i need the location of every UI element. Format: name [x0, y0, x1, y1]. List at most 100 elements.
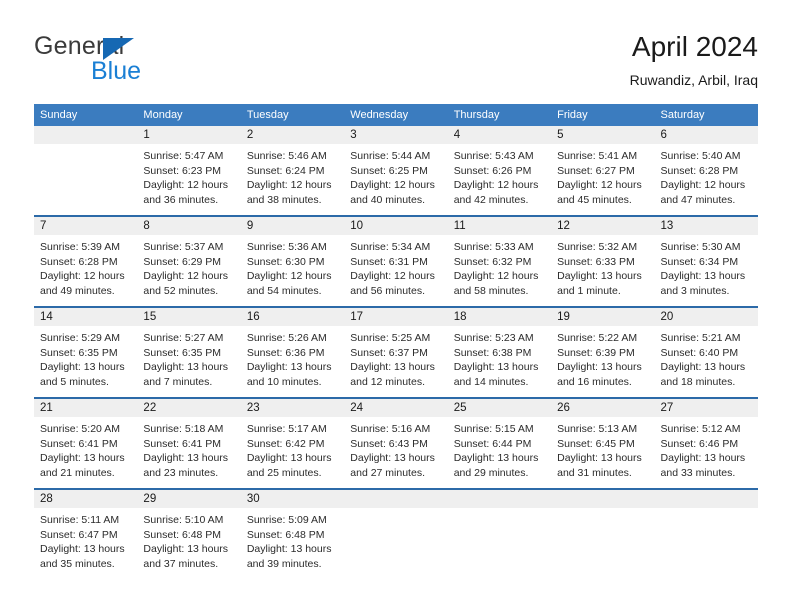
- daylight-duration-line1: Daylight: 12 hours: [350, 270, 435, 282]
- day-number-band: 23: [240, 399, 345, 417]
- calendar-day-cell[interactable]: 4 Sunrise: 5:43 AM Sunset: 6:26 PM Daylight…: [447, 126, 552, 216]
- daylight-duration-line1: Daylight: 13 hours: [660, 361, 746, 373]
- daylight-duration-line2: and 10 minutes.: [246, 375, 322, 388]
- day-cell-inner: 8 Sunrise: 5:37 AM Sunset: 6:29 PM Daylight…: [137, 217, 241, 306]
- daylight-duration-line1: Daylight: 13 hours: [660, 270, 746, 282]
- day-cell-inner: 10 Sunrise: 5:34 AM Sunset: 6:31 PM Dayligh…: [344, 217, 448, 306]
- calendar-day-cell[interactable]: 21 Sunrise: 5:20 AM Sunset: 6:41 PM Dayligh…: [34, 397, 138, 489]
- daylight-duration-line2: and 25 minutes.: [246, 466, 322, 479]
- calendar-day-cell[interactable]: 25 Sunrise: 5:15 AM Sunset: 6:44 PM Dayligh…: [447, 397, 552, 489]
- daylight-duration-line2: and 14 minutes.: [453, 375, 529, 388]
- day-number-band: [551, 490, 655, 508]
- calendar-day-cell[interactable]: 2 Sunrise: 5:46 AM Sunset: 6:24 PM Daylight…: [240, 126, 345, 216]
- calendar-day-cell[interactable]: 15 Sunrise: 5:27 AM Sunset: 6:35 PM Dayligh…: [137, 306, 241, 398]
- day-number: 19: [557, 311, 570, 323]
- daylight-duration-line1: Daylight: 13 hours: [143, 452, 229, 464]
- calendar-day-cell[interactable]: 6 Sunrise: 5:40 AM Sunset: 6:28 PM Daylight…: [654, 126, 758, 216]
- daylight-duration-line1: Daylight: 13 hours: [557, 361, 642, 373]
- daylight-duration-line2: and 1 minute.: [557, 284, 621, 297]
- day-number: 7: [40, 220, 47, 232]
- daylight-duration-line2: and 39 minutes.: [246, 557, 322, 570]
- daylight-duration-line1: Daylight: 13 hours: [40, 452, 125, 464]
- day-number-band: 5: [551, 126, 655, 144]
- sunset-time: Sunset: 6:30 PM: [246, 255, 325, 268]
- weekday-header-tuesday: Tuesday: [240, 104, 345, 126]
- calendar-day-cell[interactable]: 10 Sunrise: 5:34 AM Sunset: 6:31 PM Dayligh…: [344, 215, 448, 307]
- daylight-duration-line2: and 33 minutes.: [660, 466, 736, 479]
- day-number: [551, 490, 654, 492]
- day-number: 27: [660, 402, 674, 414]
- calendar-day-cell[interactable]: 5 Sunrise: 5:41 AM Sunset: 6:27 PM Daylight…: [551, 126, 655, 216]
- day-details: Sunrise: 5:23 AM Sunset: 6:38 PM Daylight:…: [448, 326, 551, 389]
- calendar-day-cell[interactable]: 22 Sunrise: 5:18 AM Sunset: 6:41 PM Dayligh…: [137, 397, 241, 489]
- calendar-day-cell[interactable]: 7 Sunrise: 5:39 AM Sunset: 6:28 PM Daylight…: [34, 215, 138, 307]
- calendar-day-cell[interactable]: 26 Sunrise: 5:13 AM Sunset: 6:45 PM Dayligh…: [551, 397, 655, 489]
- daylight-duration-line2: and 45 minutes.: [557, 193, 632, 206]
- day-number-band: 27: [654, 399, 758, 417]
- day-number: [448, 490, 551, 492]
- calendar-day-cell[interactable]: 14 Sunrise: 5:29 AM Sunset: 6:35 PM Dayligh…: [34, 306, 138, 398]
- day-number: 11: [453, 220, 466, 232]
- sunrise-time: Sunrise: 5:33 AM: [453, 241, 534, 253]
- day-cell-inner: 29 Sunrise: 5:10 AM Sunset: 6:48 PM Dayligh…: [137, 490, 241, 579]
- calendar-day-cell[interactable]: 13 Sunrise: 5:30 AM Sunset: 6:34 PM Dayligh…: [654, 215, 758, 307]
- calendar-day-cell[interactable]: 29 Sunrise: 5:10 AM Sunset: 6:48 PM Dayligh…: [137, 488, 241, 579]
- day-details: Sunrise: 5:41 AM Sunset: 6:27 PM Daylight:…: [551, 144, 654, 207]
- calendar-day-cell[interactable]: 30 Sunrise: 5:09 AM Sunset: 6:48 PM Dayligh…: [240, 488, 345, 579]
- weekday-header-wednesday: Wednesday: [344, 104, 448, 126]
- sunset-time: Sunset: 6:35 PM: [40, 346, 118, 359]
- sunrise-time: Sunrise: 5:21 AM: [660, 332, 741, 344]
- day-details: Sunrise: 5:17 AM Sunset: 6:42 PM Daylight:…: [241, 417, 344, 480]
- daylight-duration-line2: and 38 minutes.: [246, 193, 322, 206]
- calendar-day-cell[interactable]: 3 Sunrise: 5:44 AM Sunset: 6:25 PM Daylight…: [344, 126, 448, 216]
- daylight-duration-line2: and 7 minutes.: [143, 375, 213, 388]
- day-cell-inner: 30 Sunrise: 5:09 AM Sunset: 6:48 PM Dayligh…: [240, 490, 345, 579]
- general-blue-logo[interactable]: General Blue: [34, 32, 234, 88]
- calendar-day-cell[interactable]: 18 Sunrise: 5:23 AM Sunset: 6:38 PM Dayligh…: [447, 306, 552, 398]
- day-cell-inner: 11 Sunrise: 5:33 AM Sunset: 6:32 PM Dayligh…: [447, 217, 552, 306]
- day-number-band: 25: [447, 399, 552, 417]
- calendar-day-cell[interactable]: 23 Sunrise: 5:17 AM Sunset: 6:42 PM Dayligh…: [240, 397, 345, 489]
- calendar-day-cell[interactable]: 27 Sunrise: 5:12 AM Sunset: 6:46 PM Dayligh…: [654, 397, 758, 489]
- sunrise-time: Sunrise: 5:23 AM: [453, 332, 534, 344]
- sunset-time: Sunset: 6:40 PM: [660, 346, 739, 359]
- calendar-day-cell[interactable]: 28 Sunrise: 5:11 AM Sunset: 6:47 PM Dayligh…: [34, 488, 138, 579]
- day-details: Sunrise: 5:30 AM Sunset: 6:34 PM Daylight:…: [655, 235, 758, 298]
- calendar-week-row: 7 Sunrise: 5:39 AM Sunset: 6:28 PM Daylight…: [34, 215, 758, 307]
- day-details: Sunrise: 5:46 AM Sunset: 6:24 PM Daylight:…: [241, 144, 344, 207]
- day-details: Sunrise: 5:34 AM Sunset: 6:31 PM Daylight:…: [344, 235, 447, 298]
- day-number-band: 29: [137, 490, 241, 508]
- calendar-day-cell[interactable]: 24 Sunrise: 5:16 AM Sunset: 6:43 PM Dayligh…: [344, 397, 448, 489]
- day-number: 25: [453, 402, 467, 414]
- calendar-day-cell[interactable]: 9 Sunrise: 5:36 AM Sunset: 6:30 PM Daylight…: [240, 215, 345, 307]
- calendar-day-cell[interactable]: 8 Sunrise: 5:37 AM Sunset: 6:29 PM Daylight…: [137, 215, 241, 307]
- day-cell-inner: 4 Sunrise: 5:43 AM Sunset: 6:26 PM Daylight…: [447, 126, 552, 215]
- daylight-duration-line1: Daylight: 13 hours: [453, 452, 539, 464]
- day-cell-inner: 25 Sunrise: 5:15 AM Sunset: 6:44 PM Dayligh…: [447, 399, 552, 488]
- day-number: [655, 490, 758, 492]
- day-cell-inner: 28 Sunrise: 5:11 AM Sunset: 6:47 PM Dayligh…: [34, 490, 138, 579]
- calendar-table: Sunday Monday Tuesday Wednesday Thursday…: [34, 104, 758, 579]
- sunrise-time: Sunrise: 5:12 AM: [660, 423, 741, 435]
- calendar-day-cell[interactable]: 1 Sunrise: 5:47 AM Sunset: 6:23 PM Daylight…: [137, 126, 241, 216]
- calendar-day-cell[interactable]: 12 Sunrise: 5:32 AM Sunset: 6:33 PM Dayligh…: [551, 215, 655, 307]
- calendar-day-cell[interactable]: 20 Sunrise: 5:21 AM Sunset: 6:40 PM Dayligh…: [654, 306, 758, 398]
- sunset-time: Sunset: 6:32 PM: [453, 255, 532, 268]
- day-number: [34, 126, 137, 128]
- calendar-day-cell[interactable]: 19 Sunrise: 5:22 AM Sunset: 6:39 PM Dayligh…: [551, 306, 655, 398]
- daylight-duration-line1: Daylight: 13 hours: [350, 452, 435, 464]
- sunset-time: Sunset: 6:34 PM: [660, 255, 739, 268]
- day-cell-inner: [344, 490, 448, 579]
- calendar-day-cell[interactable]: 16 Sunrise: 5:26 AM Sunset: 6:36 PM Dayligh…: [240, 306, 345, 398]
- day-details: Sunrise: 5:29 AM Sunset: 6:35 PM Daylight:…: [34, 326, 137, 389]
- weekday-header-thursday: Thursday: [447, 104, 552, 126]
- daylight-duration-line2: and 18 minutes.: [660, 375, 736, 388]
- calendar-day-cell[interactable]: 11 Sunrise: 5:33 AM Sunset: 6:32 PM Dayligh…: [447, 215, 552, 307]
- day-cell-inner: 16 Sunrise: 5:26 AM Sunset: 6:36 PM Dayligh…: [240, 308, 345, 397]
- day-number: 12: [557, 220, 570, 232]
- sunrise-time: Sunrise: 5:37 AM: [143, 241, 224, 253]
- daylight-duration-line1: Daylight: 12 hours: [453, 270, 539, 282]
- calendar-day-cell[interactable]: 17 Sunrise: 5:25 AM Sunset: 6:37 PM Dayligh…: [344, 306, 448, 398]
- day-number-band: 18: [447, 308, 552, 326]
- sunset-time: Sunset: 6:23 PM: [143, 164, 222, 177]
